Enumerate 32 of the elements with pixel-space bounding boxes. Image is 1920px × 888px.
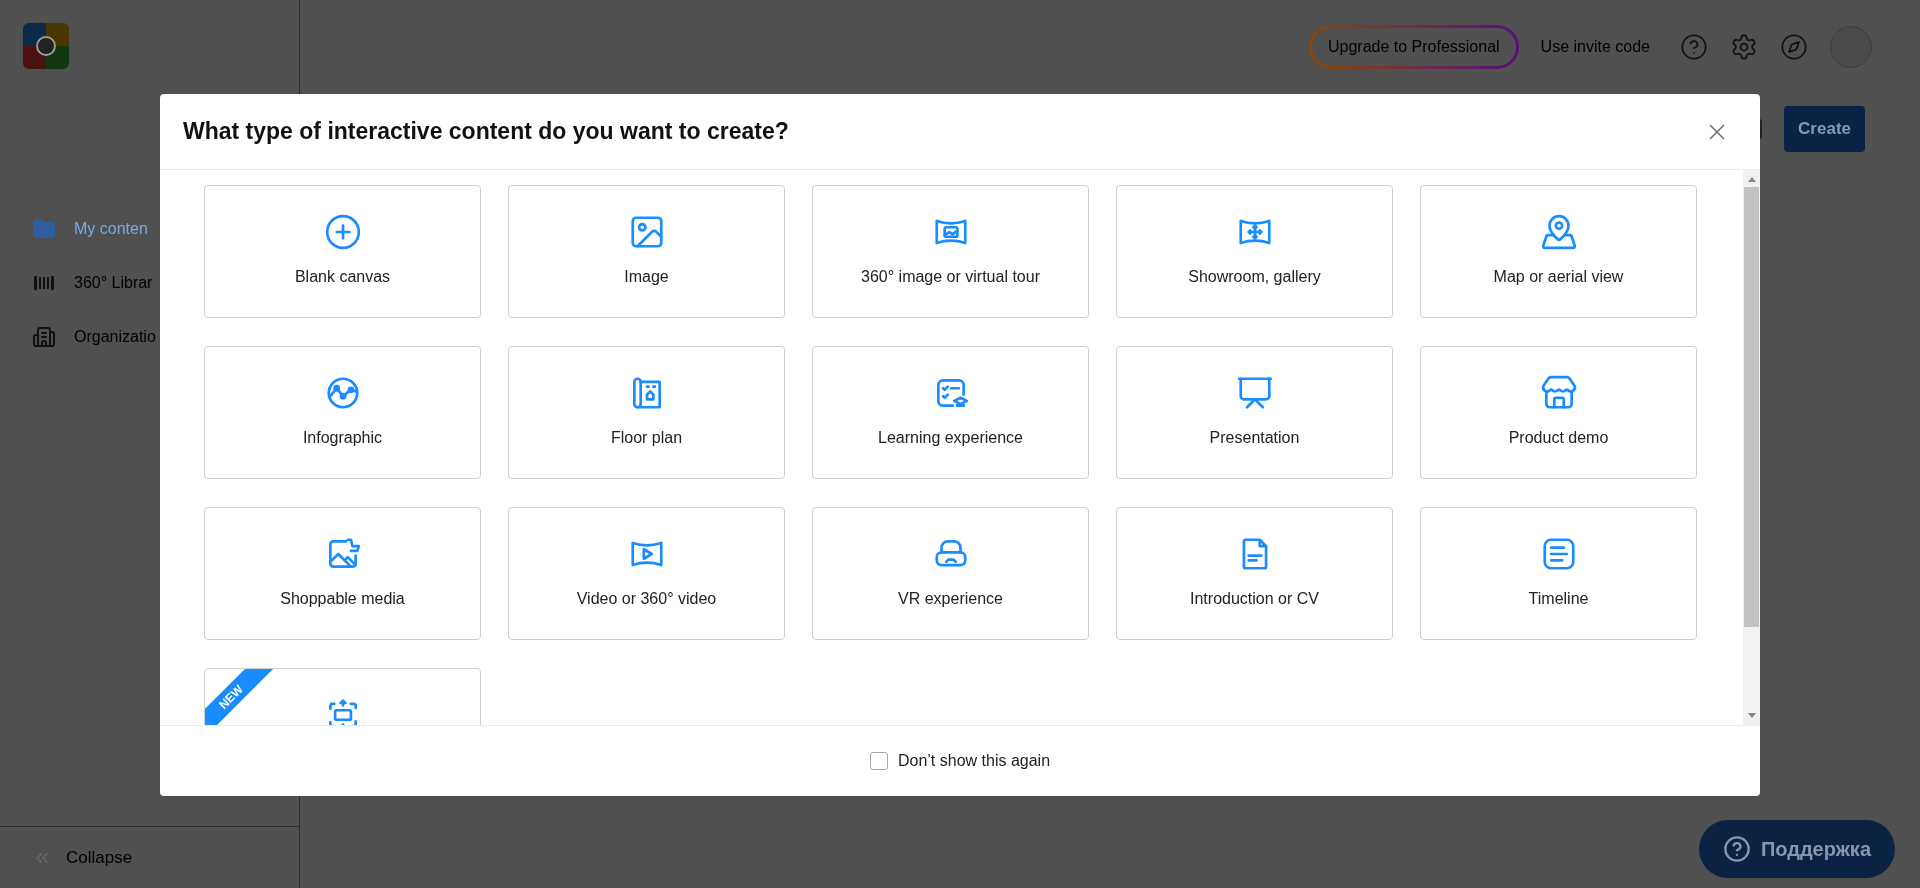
content-type-card[interactable]: VR experience: [812, 507, 1089, 640]
building-icon: [32, 325, 56, 349]
settings-icon[interactable]: [1730, 33, 1758, 61]
dialog-title: What type of interactive content do you want to create?: [183, 118, 789, 145]
help-icon: [1722, 835, 1751, 863]
support-button[interactable]: Поддержка: [1698, 820, 1895, 878]
content-type-card[interactable]: Map or aerial view: [1420, 185, 1697, 318]
content-type-card[interactable]: Introduction or CV: [1116, 507, 1393, 640]
content-type-card[interactable]: Presentation: [1116, 346, 1393, 479]
content-type-card[interactable]: Product demo: [1420, 346, 1697, 479]
map-pin-icon: [1539, 213, 1578, 251]
content-type-card[interactable]: Image: [508, 185, 785, 318]
help-icon[interactable]: [1680, 33, 1708, 61]
content-type-card[interactable]: Showroom, gallery: [1116, 185, 1393, 318]
content-type-card[interactable]: Floor plan: [508, 346, 785, 479]
plus-circle-icon: [323, 213, 362, 251]
checkbox-label: Don’t show this again: [897, 752, 1051, 770]
content-type-card[interactable]: Timeline: [1420, 507, 1697, 640]
folder-icon: [32, 217, 56, 241]
content-type-card[interactable]: 360° image or virtual tour: [812, 185, 1089, 318]
content-type-card[interactable]: Infographic: [204, 346, 481, 479]
content-type-card[interactable]: Blank canvas: [204, 185, 481, 318]
content-type-card[interactable]: Learning experience: [812, 346, 1089, 479]
content-type-card[interactable]: Video or 360° video: [508, 507, 785, 640]
storefront-icon: [1539, 374, 1578, 412]
content-type-card[interactable]: Shoppable media: [204, 507, 481, 640]
app-logo[interactable]: [23, 23, 69, 69]
presentation-board-icon: [1235, 374, 1274, 412]
scrollbar[interactable]: [1743, 170, 1760, 725]
checkbox[interactable]: [869, 752, 888, 770]
create-button[interactable]: Create: [1784, 106, 1865, 152]
compass-icon[interactable]: [1780, 33, 1808, 61]
